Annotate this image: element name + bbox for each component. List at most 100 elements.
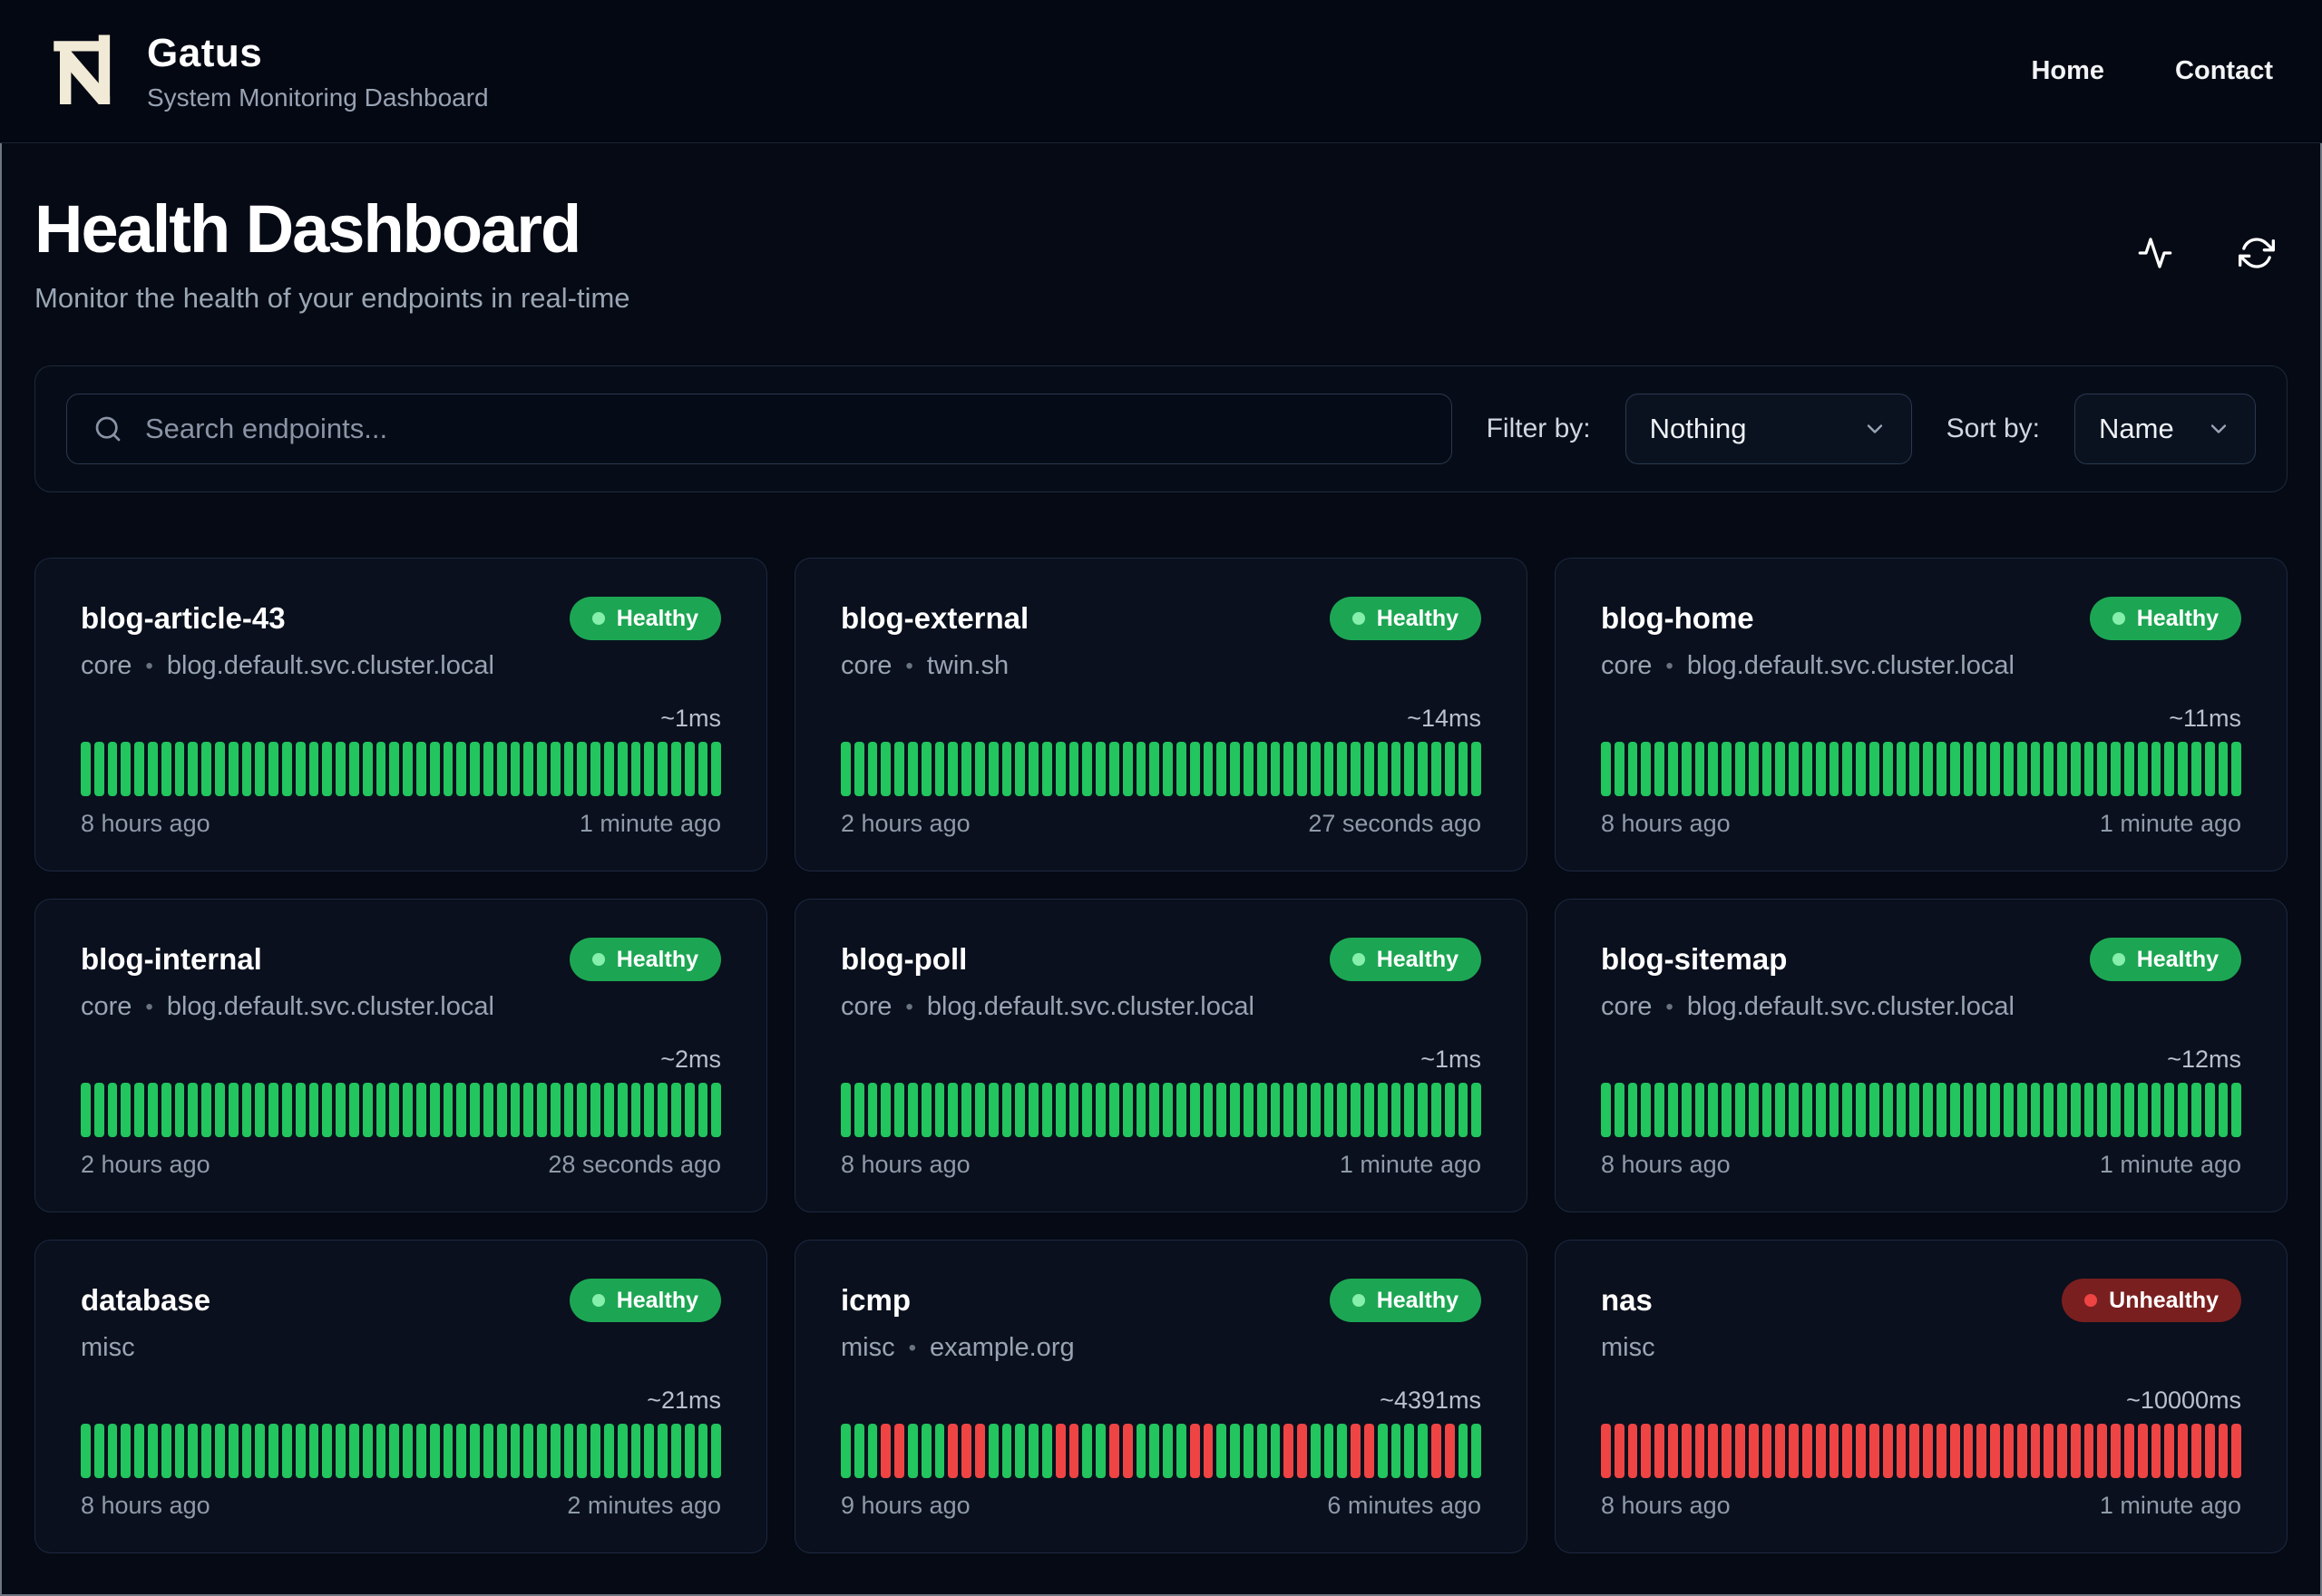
uptime-bar[interactable] xyxy=(1189,1424,1200,1478)
uptime-bar[interactable] xyxy=(1431,742,1441,796)
uptime-bar[interactable] xyxy=(1001,1083,1012,1137)
uptime-bar[interactable] xyxy=(577,1083,588,1137)
uptime-bar[interactable] xyxy=(1256,1083,1267,1137)
uptime-bar[interactable] xyxy=(403,742,413,796)
uptime-bar[interactable] xyxy=(1163,1083,1173,1137)
uptime-bar[interactable] xyxy=(1667,742,1678,796)
uptime-bar[interactable] xyxy=(1694,742,1705,796)
uptime-bar[interactable] xyxy=(1256,742,1267,796)
uptime-bar[interactable] xyxy=(1654,1424,1664,1478)
uptime-bar[interactable] xyxy=(854,1083,864,1137)
uptime-bar[interactable] xyxy=(1896,1083,1907,1137)
uptime-bar[interactable] xyxy=(2178,1424,2189,1478)
uptime-bar[interactable] xyxy=(268,742,278,796)
uptime-bar[interactable] xyxy=(510,742,521,796)
uptime-bar[interactable] xyxy=(188,1424,199,1478)
uptime-bar[interactable] xyxy=(1949,1083,1960,1137)
uptime-bar[interactable] xyxy=(214,1424,225,1478)
uptime-bar[interactable] xyxy=(1868,1083,1879,1137)
uptime-bar[interactable] xyxy=(537,1424,547,1478)
uptime-bar[interactable] xyxy=(2178,742,2189,796)
uptime-bar[interactable] xyxy=(1641,742,1652,796)
uptime-bar[interactable] xyxy=(1390,1083,1401,1137)
uptime-bar[interactable] xyxy=(214,742,225,796)
uptime-bar[interactable] xyxy=(841,742,851,796)
uptime-bar[interactable] xyxy=(2204,1424,2215,1478)
uptime-bar[interactable] xyxy=(362,742,373,796)
activity-icon[interactable] xyxy=(2137,235,2173,271)
uptime-bar[interactable] xyxy=(550,1083,561,1137)
uptime-bar[interactable] xyxy=(1082,1083,1093,1137)
uptime-bar[interactable] xyxy=(988,1083,999,1137)
uptime-bar[interactable] xyxy=(881,742,892,796)
uptime-bar[interactable] xyxy=(1882,742,1893,796)
uptime-bar[interactable] xyxy=(2070,1424,2081,1478)
uptime-bar[interactable] xyxy=(1404,742,1415,796)
uptime-bar[interactable] xyxy=(867,742,878,796)
uptime-bar[interactable] xyxy=(1243,1083,1254,1137)
uptime-bar[interactable] xyxy=(2030,1424,2041,1478)
uptime-bar[interactable] xyxy=(1963,1424,1974,1478)
endpoint-card[interactable]: blog-article-43 Healthy core • blog.defa… xyxy=(34,558,767,871)
endpoint-card[interactable]: blog-internal Healthy core • blog.defaul… xyxy=(34,899,767,1212)
uptime-bar[interactable] xyxy=(161,1424,171,1478)
uptime-bar[interactable] xyxy=(1108,1083,1119,1137)
uptime-bar[interactable] xyxy=(1122,1424,1133,1478)
uptime-bar[interactable] xyxy=(1815,742,1826,796)
uptime-bar[interactable] xyxy=(1868,742,1879,796)
uptime-bar[interactable] xyxy=(934,742,945,796)
uptime-bar[interactable] xyxy=(201,1424,211,1478)
uptime-bar[interactable] xyxy=(563,742,574,796)
uptime-bar[interactable] xyxy=(1149,1424,1160,1478)
uptime-bar[interactable] xyxy=(147,1424,158,1478)
uptime-bar[interactable] xyxy=(644,742,655,796)
uptime-bar[interactable] xyxy=(1627,1424,1638,1478)
uptime-bar[interactable] xyxy=(429,742,440,796)
uptime-bar[interactable] xyxy=(456,742,467,796)
uptime-bar[interactable] xyxy=(1418,1083,1429,1137)
uptime-bar[interactable] xyxy=(348,742,359,796)
uptime-bar[interactable] xyxy=(121,742,132,796)
uptime-bar[interactable] xyxy=(1761,1083,1772,1137)
uptime-bar[interactable] xyxy=(1471,742,1482,796)
uptime-bar[interactable] xyxy=(2151,742,2161,796)
uptime-bar[interactable] xyxy=(1856,1083,1866,1137)
uptime-bar[interactable] xyxy=(322,1083,333,1137)
uptime-bar[interactable] xyxy=(2137,1424,2148,1478)
uptime-bar[interactable] xyxy=(510,1083,521,1137)
uptime-bar[interactable] xyxy=(107,1424,118,1478)
uptime-bar[interactable] xyxy=(841,1083,851,1137)
uptime-bar[interactable] xyxy=(1882,1424,1893,1478)
uptime-bar[interactable] xyxy=(429,1083,440,1137)
uptime-bar[interactable] xyxy=(1896,1424,1907,1478)
uptime-bar[interactable] xyxy=(1641,1424,1652,1478)
uptime-bar[interactable] xyxy=(1829,1083,1839,1137)
uptime-bar[interactable] xyxy=(2164,1424,2175,1478)
uptime-bar[interactable] xyxy=(1055,742,1066,796)
uptime-bar[interactable] xyxy=(590,742,601,796)
uptime-bar[interactable] xyxy=(974,1083,985,1137)
uptime-bar[interactable] xyxy=(415,1083,426,1137)
uptime-bar[interactable] xyxy=(523,1083,534,1137)
uptime-bar[interactable] xyxy=(2218,1424,2229,1478)
uptime-bar[interactable] xyxy=(961,1424,971,1478)
uptime-bar[interactable] xyxy=(1722,1083,1732,1137)
uptime-bar[interactable] xyxy=(698,1083,708,1137)
uptime-bar[interactable] xyxy=(201,1083,211,1137)
uptime-bar[interactable] xyxy=(1708,1083,1719,1137)
uptime-bar[interactable] xyxy=(1681,1424,1692,1478)
endpoint-card[interactable]: nas Unhealthy misc ~10000ms 8 hours ago … xyxy=(1555,1240,2288,1553)
uptime-bar[interactable] xyxy=(1418,742,1429,796)
uptime-bar[interactable] xyxy=(2057,1424,2067,1478)
uptime-bar[interactable] xyxy=(1909,1424,1920,1478)
uptime-bar[interactable] xyxy=(389,742,400,796)
uptime-bar[interactable] xyxy=(1842,1424,1853,1478)
uptime-bar[interactable] xyxy=(188,742,199,796)
uptime-bar[interactable] xyxy=(1256,1424,1267,1478)
uptime-bar[interactable] xyxy=(2057,1083,2067,1137)
uptime-bar[interactable] xyxy=(1708,742,1719,796)
uptime-bar[interactable] xyxy=(228,742,239,796)
uptime-bar[interactable] xyxy=(2016,1083,2027,1137)
uptime-bar[interactable] xyxy=(537,1083,547,1137)
uptime-bar[interactable] xyxy=(1041,1083,1052,1137)
